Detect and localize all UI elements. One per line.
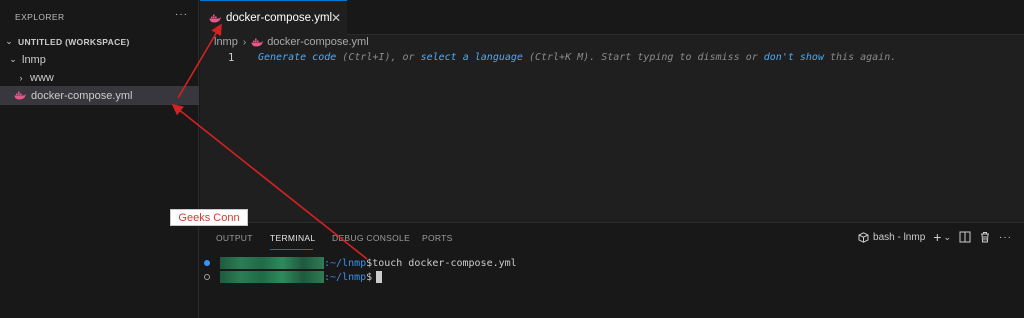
arrow-to-file xyxy=(171,104,368,260)
arrow-to-tab xyxy=(177,23,222,99)
annotation-arrows xyxy=(171,23,368,260)
watermark-label: Geeks Conn xyxy=(170,209,248,226)
